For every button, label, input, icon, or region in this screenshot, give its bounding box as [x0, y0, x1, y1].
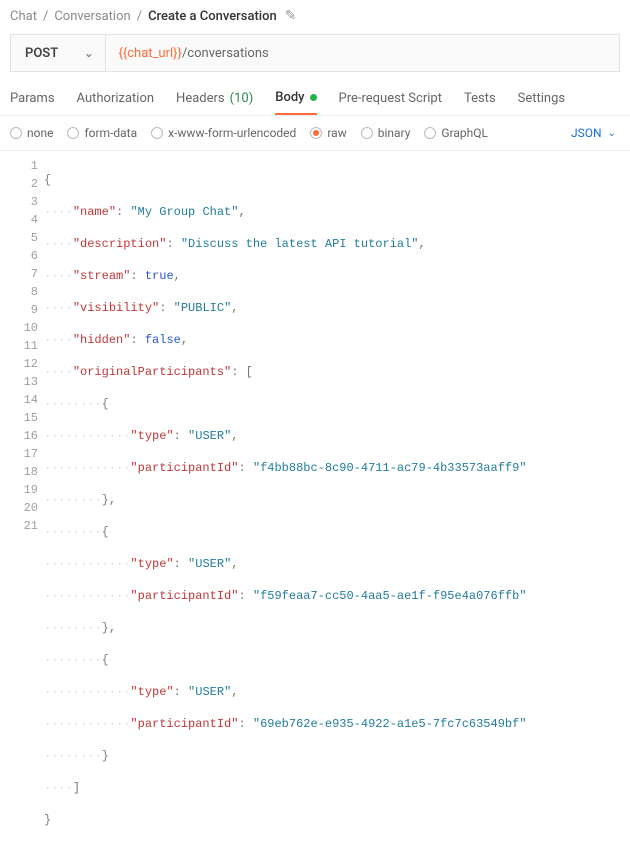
url-input[interactable]: {{chat_url}}/conversations	[106, 46, 619, 61]
tab-body[interactable]: Body	[275, 86, 316, 115]
crumb-chat[interactable]: Chat	[10, 9, 37, 24]
line-gutter: 123456789101112131415161718192021	[0, 157, 44, 857]
chevron-down-icon: ⌄	[84, 47, 93, 60]
radio-urlencoded[interactable]: x-www-form-urlencoded	[151, 126, 296, 140]
url-suffix: /conversations	[182, 46, 269, 61]
radio-graphql[interactable]: GraphQL	[424, 126, 488, 140]
tab-prerequest[interactable]: Pre-request Script	[339, 86, 442, 115]
radio-raw[interactable]: raw	[310, 126, 346, 140]
tab-params[interactable]: Params	[10, 86, 55, 115]
url-bar: POST ⌄ {{chat_url}}/conversations	[10, 34, 620, 72]
radio-none[interactable]: none	[10, 126, 53, 140]
crumb-conversation[interactable]: Conversation	[54, 9, 130, 24]
method-dropdown[interactable]: POST ⌄	[11, 35, 106, 71]
radio-form-data[interactable]: form-data	[67, 126, 137, 140]
url-variable: {{chat_url}}	[118, 46, 181, 61]
method-label: POST	[25, 46, 58, 61]
headers-count: (10)	[230, 91, 254, 106]
chevron-down-icon: ⌄	[608, 128, 616, 139]
breadcrumb-sep: /	[137, 9, 142, 24]
breadcrumb-sep: /	[43, 9, 48, 24]
tab-tests[interactable]: Tests	[464, 86, 496, 115]
radio-binary[interactable]: binary	[361, 126, 411, 140]
request-tabs: Params Authorization Headers (10) Body P…	[0, 86, 630, 115]
breadcrumb: Chat / Conversation / Create a Conversat…	[0, 0, 630, 34]
code-content[interactable]: { ····"name": "My Group Chat", ····"desc…	[44, 157, 630, 857]
tab-authorization[interactable]: Authorization	[77, 86, 155, 115]
edit-icon[interactable]: ✎	[285, 8, 297, 24]
tab-settings[interactable]: Settings	[518, 86, 565, 115]
crumb-create[interactable]: Create a Conversation	[148, 9, 277, 24]
body-indicator-icon	[310, 94, 317, 101]
format-dropdown[interactable]: JSON⌄	[571, 126, 620, 140]
tab-headers[interactable]: Headers (10)	[176, 86, 253, 115]
body-type-row: none form-data x-www-form-urlencoded raw…	[0, 115, 630, 151]
code-editor[interactable]: 123456789101112131415161718192021 { ····…	[0, 151, 630, 857]
